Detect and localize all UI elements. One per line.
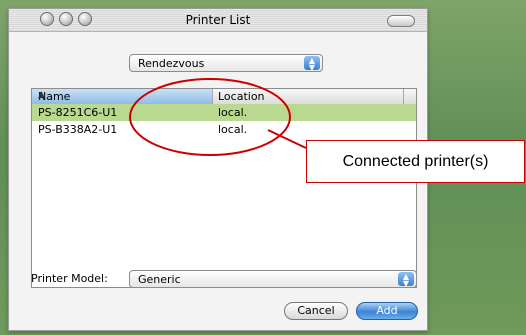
- table-row[interactable]: PS-B338A2-U1 local.: [32, 121, 416, 138]
- column-options-button[interactable]: [403, 89, 416, 104]
- connection-type-popup[interactable]: Rendezvous ▲ ▼: [129, 54, 323, 72]
- popup-arrows-icon: ▲ ▼: [398, 272, 414, 288]
- printer-model-label: Printer Model:: [31, 272, 108, 285]
- printer-location: local.: [218, 123, 248, 136]
- connection-type-value: Rendezvous: [138, 57, 205, 70]
- printer-name: PS-B338A2-U1: [38, 123, 118, 136]
- cancel-button[interactable]: Cancel: [284, 302, 348, 320]
- window-title: Printer List: [185, 13, 251, 27]
- column-header-name[interactable]: Name ▲: [32, 89, 213, 104]
- printer-name: PS-8251C6-U1: [38, 106, 118, 119]
- callout-label: Connected printer(s): [306, 140, 525, 183]
- printer-table: Name ▲ Location PS-8251C6-U1 local. PS-B…: [31, 88, 417, 288]
- printer-model-value: Generic: [138, 273, 181, 286]
- column-header-location[interactable]: Location: [218, 90, 265, 103]
- sort-ascending-icon: ▲: [38, 90, 45, 100]
- printer-location: local.: [218, 106, 248, 119]
- toolbar-toggle-button[interactable]: [387, 15, 415, 27]
- add-button[interactable]: Add: [356, 302, 418, 320]
- title-bar: Printer List: [9, 9, 427, 32]
- printer-model-popup[interactable]: Generic ▲ ▼: [129, 270, 417, 288]
- table-header: Name ▲ Location: [32, 89, 416, 105]
- popup-arrows-icon: ▲ ▼: [304, 56, 320, 72]
- table-row[interactable]: PS-8251C6-U1 local.: [32, 104, 416, 121]
